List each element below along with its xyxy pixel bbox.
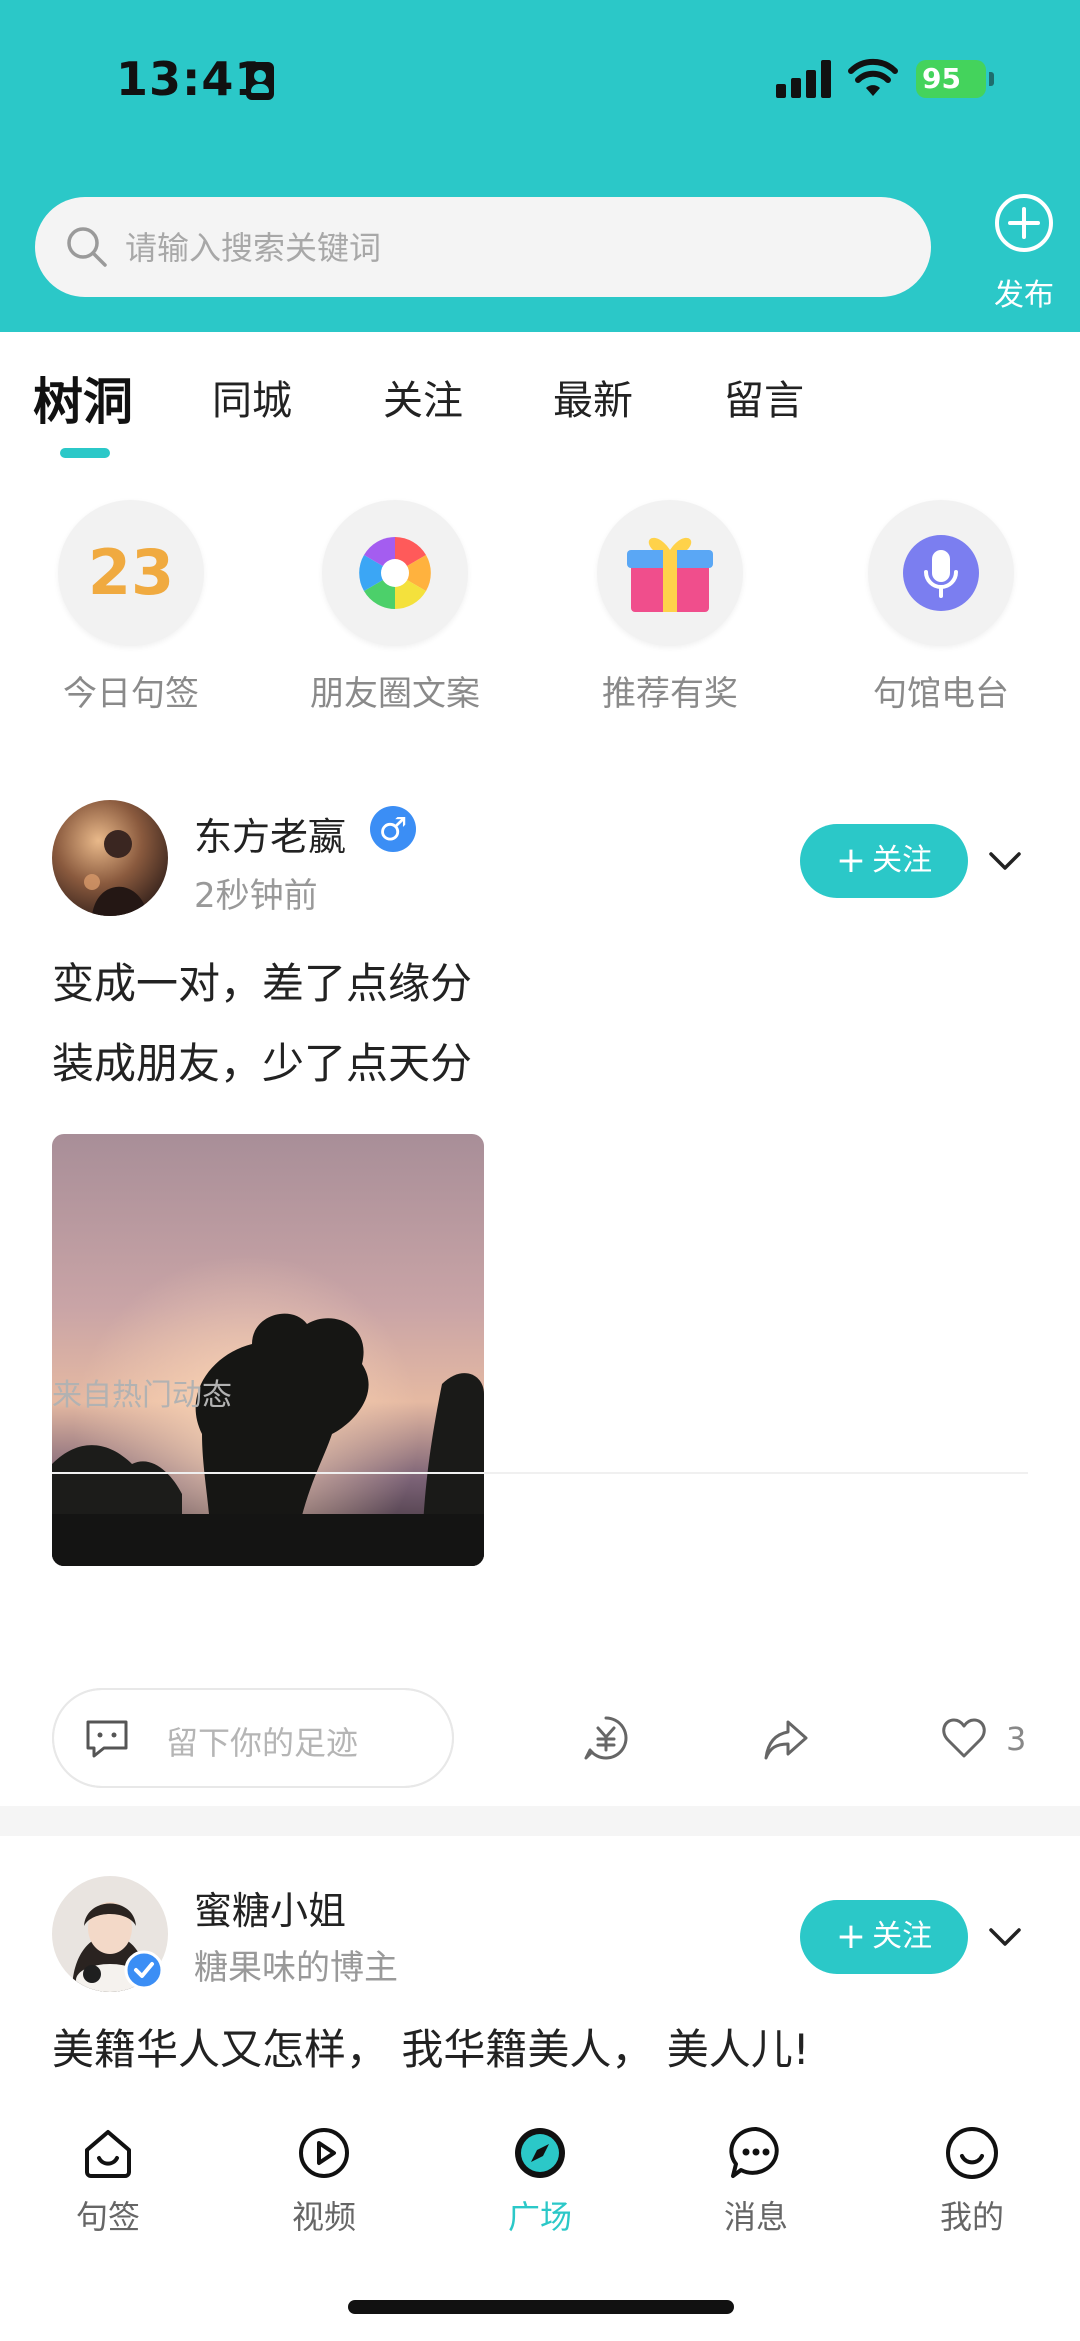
tab-shudong[interactable]: 树洞 (33, 362, 133, 434)
avatar-image (52, 800, 168, 916)
divider (52, 1472, 1028, 1474)
nav-label: 我的 (939, 2198, 1004, 2236)
tab-guanzhu[interactable]: 关注 (383, 368, 463, 426)
nav-label: 消息 (723, 2198, 788, 2236)
post-author-name[interactable]: 蜜糖小姐 (194, 1880, 346, 1935)
author-bio: 糖果味的博主 (194, 1948, 398, 1988)
avatar[interactable] (52, 800, 168, 916)
shortcut-referral-reward[interactable]: 推荐有奖 (597, 500, 743, 715)
nav-item-video[interactable]: 视频 (254, 2124, 394, 2238)
contact-card-icon (246, 62, 274, 100)
shortcut-label: 句馆电台 (873, 674, 1009, 714)
shortcut-label: 朋友圈文案 (310, 674, 480, 714)
shortcut-moments-copy[interactable]: 朋友圈文案 (310, 500, 480, 715)
chevron-down-icon[interactable] (986, 842, 1024, 880)
tab-liuyan[interactable]: 留言 (724, 368, 804, 426)
status-time: 13:41 (116, 52, 268, 106)
post-image[interactable] (52, 1134, 484, 1566)
publish-button[interactable]: 发布 (984, 192, 1064, 322)
nav-item-profile[interactable]: 我的 (902, 2124, 1042, 2238)
post-content: 美籍华人又怎样， 我华籍美人， 美人儿! (52, 2020, 810, 2080)
post-line: 变成一对，差了点缘分 (52, 959, 473, 1008)
nav-label: 视频 (291, 2198, 356, 2236)
shortcut-row: 23 今日句签 朋友圈文案 推荐有奖 句馆电台 (0, 500, 1080, 730)
nav-item-square[interactable]: 广场 (470, 2124, 610, 2238)
microphone-icon-wrap (868, 500, 1014, 646)
male-gender-icon: ♂ (370, 806, 416, 852)
chat-icon (729, 2126, 779, 2178)
tab-tongcheng[interactable]: 同城 (212, 368, 292, 426)
compass-icon (515, 2128, 565, 2178)
search-input[interactable]: 请输入搜索关键词 (35, 197, 931, 297)
shortcut-radio[interactable]: 句馆电台 (868, 500, 1014, 715)
app-header: 13:41 95 请输入搜索关键词 发布 (0, 0, 1080, 332)
follow-button[interactable]: + 关注 (800, 824, 968, 898)
status-bar: 13:41 95 (0, 0, 1080, 160)
play-icon (299, 2128, 349, 2178)
gift-icon (627, 537, 713, 612)
nav-label: 句签 (75, 2198, 140, 2236)
chevron-down-icon[interactable] (986, 1918, 1024, 1956)
follow-label: 关注 (872, 843, 933, 878)
home-icon (85, 2130, 131, 2178)
search-icon (67, 227, 107, 267)
date-icon: 23 (58, 500, 204, 646)
gift-icon-wrap (597, 500, 743, 646)
profile-icon (946, 2127, 998, 2179)
publish-label: 发布 (994, 278, 1054, 313)
category-tabs: 树洞 同城 关注 最新 留言 (0, 332, 1080, 462)
plus-icon: + (835, 840, 867, 881)
microphone-icon (903, 535, 979, 611)
post-source: 来自热门动态 (52, 1378, 232, 1413)
aperture-icon (359, 537, 431, 609)
post-time: 2秒钟前 (194, 876, 318, 916)
post-line: 美籍华人又怎样， 我华籍美人， 美人儿! (52, 2025, 810, 2074)
follow-button[interactable]: + 关注 (800, 1900, 968, 1974)
comment-input[interactable]: 留下你的足迹 (52, 1688, 454, 1788)
aperture-icon-wrap (322, 500, 468, 646)
cellular-signal-icon (776, 60, 832, 98)
battery-indicator: 95 (916, 60, 994, 98)
date-number: 23 (87, 536, 175, 609)
shortcut-daily-quote[interactable]: 23 今日句签 (58, 500, 204, 715)
tip-yuan-icon[interactable] (582, 1714, 630, 1762)
post-author-name[interactable]: 东方老嬴 (194, 806, 346, 861)
wifi-icon (848, 58, 898, 96)
feed-post: 蜜糖小姐 糖果味的博主 + 关注 美籍华人又怎样， 我华籍美人， 美人儿! (0, 1876, 1080, 2106)
like-count: 3 (1006, 1720, 1027, 1758)
post-content: 变成一对，差了点缘分 装成朋友，少了点天分 (52, 944, 472, 1104)
home-indicator[interactable] (348, 2300, 734, 2314)
feed-post: 东方老嬴 ♂ 2秒钟前 + 关注 变成一对，差了点缘分 装成朋友，少了点天分 来… (0, 800, 1080, 1800)
verified-badge-icon (124, 1950, 164, 1990)
add-circle-icon (995, 194, 1053, 252)
share-icon[interactable] (762, 1716, 810, 1764)
night-sky-photo (52, 1134, 484, 1566)
follow-label: 关注 (872, 1919, 933, 1954)
nav-label: 广场 (507, 2198, 572, 2236)
active-tab-indicator (60, 448, 110, 458)
nav-item-messages[interactable]: 消息 (686, 2124, 826, 2238)
comment-placeholder: 留下你的足迹 (166, 1724, 359, 1762)
nav-item-home[interactable]: 句签 (38, 2124, 178, 2238)
tab-zuixin[interactable]: 最新 (553, 368, 633, 426)
post-line: 装成朋友，少了点天分 (52, 1039, 473, 1088)
comment-icon (86, 1720, 128, 1758)
shortcut-label: 推荐有奖 (602, 674, 738, 714)
heart-icon[interactable] (940, 1714, 988, 1762)
plus-icon: + (835, 1916, 867, 1957)
shortcut-label: 今日句签 (63, 674, 199, 714)
section-divider (0, 1806, 1080, 1836)
search-placeholder: 请输入搜索关键词 (125, 229, 382, 267)
